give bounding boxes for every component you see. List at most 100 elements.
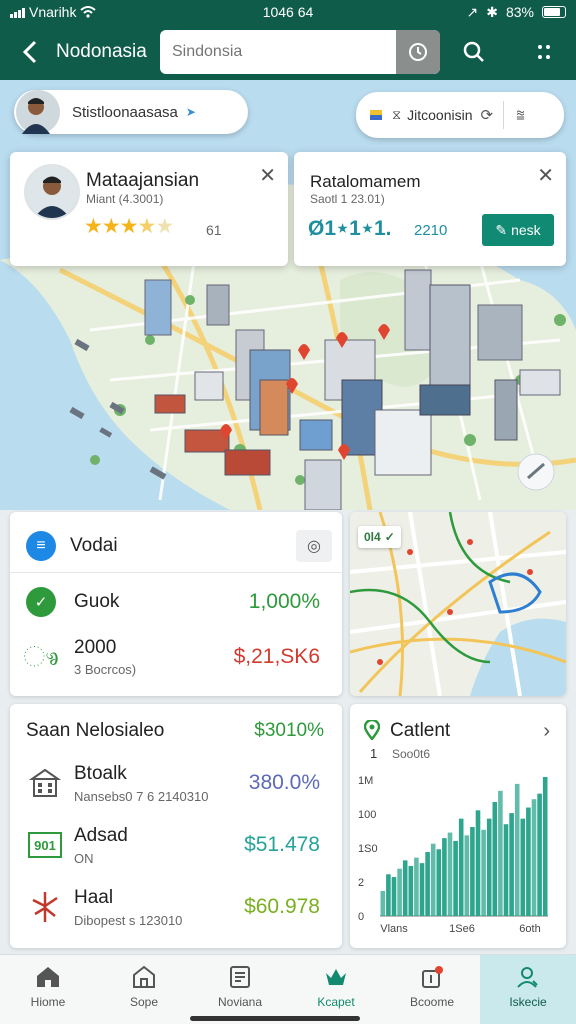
stats-panel: ≡ Vodai ◎ ✓ Guok 1,000% ෳ 2000 3 Bocrcos… bbox=[10, 512, 342, 696]
map-filter-pill[interactable]: ⧖ Jitcoonisin ⟳ ⩰ bbox=[356, 92, 564, 138]
chart-bar bbox=[486, 818, 492, 916]
location-pin-icon bbox=[363, 718, 381, 745]
star-empty-icon: ★ bbox=[155, 215, 174, 238]
nav-store[interactable]: Sope bbox=[96, 955, 192, 1024]
y-tick-label: 100 bbox=[358, 809, 376, 821]
place-code: Ø1⋆1⋆1. bbox=[308, 217, 392, 240]
stat-sublabel: 3 Bocrcos) bbox=[74, 662, 137, 677]
place-subtitle: Saotl 1 23.01) bbox=[310, 192, 385, 206]
chart-bar bbox=[414, 857, 419, 916]
chevron-right-icon[interactable]: › bbox=[543, 720, 550, 743]
back-button[interactable] bbox=[14, 36, 46, 68]
bar-chart: 1M 100 1S0 2 0 Vlans 1Se6 6oth bbox=[358, 775, 548, 935]
location-chip-label: Stistloonaasasa bbox=[72, 103, 178, 121]
x-tick-label: Vlans bbox=[380, 923, 408, 935]
nav-home[interactable]: Hiome bbox=[0, 955, 96, 1024]
chart-bar bbox=[425, 852, 430, 916]
place-card-right[interactable]: Ratalomamem Saotl 1 23.01) Ø1⋆1⋆1. 2210 … bbox=[294, 152, 566, 266]
chart-bar bbox=[453, 840, 458, 916]
app-header: Nodonasia bbox=[0, 24, 576, 80]
mini-map-tag-label: 0l4 bbox=[364, 530, 381, 544]
book-button[interactable]: ✎ nesk bbox=[482, 214, 554, 246]
chart-panel[interactable]: Catlent › 1 Soo0t6 1M 100 1S0 2 0 Vlans 1Se6 6o… bbox=[350, 704, 566, 948]
close-icon: ✕ bbox=[259, 165, 276, 187]
status-bar: Vnarihk 1046 64 ↗ ✱ 83% bbox=[0, 0, 576, 24]
history-button[interactable] bbox=[396, 30, 440, 74]
nav-label: Hiome bbox=[30, 995, 66, 1009]
chart-bar bbox=[397, 868, 402, 916]
nav-list[interactable]: Noviana bbox=[192, 955, 288, 1024]
summary-row[interactable]: Haal Dibopest s 123010 $60.978 bbox=[10, 882, 342, 932]
place-title: Ratalomamem bbox=[310, 172, 421, 191]
more-options-button[interactable] bbox=[528, 36, 560, 68]
bluetooth-icon: ✱ bbox=[486, 3, 498, 20]
stat-row[interactable]: ෳ 2000 3 Bocrcos) $,21,SK6 bbox=[10, 632, 342, 682]
chart-bar bbox=[419, 863, 425, 916]
nav-kcapet[interactable]: Kcapet bbox=[288, 955, 384, 1024]
chart-title: Catlent bbox=[390, 720, 451, 741]
home-indicator bbox=[190, 1016, 360, 1021]
stat-value: $,21,SK6 bbox=[233, 645, 320, 668]
chart-bar bbox=[542, 776, 548, 916]
place-avatar bbox=[24, 164, 80, 220]
place-card-left[interactable]: Mataajansian Miant (4.3001) ★★★★★ 61 ✕ bbox=[10, 152, 288, 266]
chart-subtitle: Soo0t6 bbox=[392, 747, 431, 761]
summary-label: Haal bbox=[74, 886, 114, 908]
refresh-icon[interactable]: ⟳ bbox=[481, 106, 494, 124]
summary-row[interactable]: Btoalk Nansebs0 7 6 2140310 380.0% bbox=[10, 758, 342, 808]
close-button[interactable]: ✕ bbox=[537, 166, 554, 186]
chart-bar bbox=[537, 793, 542, 916]
refresh-button[interactable]: ◎ bbox=[296, 530, 332, 562]
chart-bar bbox=[447, 832, 453, 916]
y-tick-label: 2 bbox=[358, 877, 364, 889]
page-title: Nodonasia bbox=[56, 41, 147, 62]
menu-circle-icon[interactable]: ≡ bbox=[26, 531, 56, 561]
chart-bar bbox=[430, 843, 436, 916]
chart-bar bbox=[436, 849, 442, 916]
stat-row[interactable]: ✓ Guok 1,000% bbox=[10, 584, 342, 620]
mini-map[interactable]: 0l4 ✓ bbox=[350, 512, 566, 696]
chart-bar bbox=[526, 807, 531, 916]
city-map[interactable]: Stistloonaasasa ➤ ⧖ Jitcoonisin ⟳ ⩰ Mata… bbox=[0, 80, 576, 510]
layers-icon[interactable]: ⩰ bbox=[516, 107, 525, 124]
map-pill-label: Jitcoonisin bbox=[407, 107, 473, 123]
stat-label: Guok bbox=[74, 591, 120, 612]
search-bar[interactable] bbox=[160, 30, 440, 74]
chart-bar bbox=[481, 829, 486, 916]
flag-icon bbox=[370, 110, 382, 120]
summary-row[interactable]: 901 Adsad ON $51.478 bbox=[10, 820, 342, 870]
chart-sub-index: 1 bbox=[370, 746, 378, 761]
chart-bar bbox=[531, 799, 537, 916]
wifi-icon bbox=[80, 6, 97, 18]
chevron-left-icon bbox=[22, 40, 37, 64]
mini-map-tag[interactable]: 0l4 ✓ bbox=[358, 526, 401, 548]
map-illustration bbox=[0, 184, 576, 510]
summary-sublabel: ON bbox=[74, 850, 94, 866]
search-button[interactable] bbox=[458, 36, 490, 68]
rating-stars: ★★★★★ bbox=[84, 214, 174, 239]
close-button[interactable]: ✕ bbox=[259, 166, 276, 186]
location-chip[interactable]: Stistloonaasasa ➤ bbox=[14, 90, 248, 134]
chart-bar bbox=[380, 890, 386, 916]
summary-label: Adsad bbox=[74, 824, 128, 846]
more-icon bbox=[538, 45, 550, 59]
chart-bar bbox=[391, 877, 397, 916]
bottom-navigation: Hiome Sope Noviana Kcapet Bcoome Iskecie bbox=[0, 954, 576, 1024]
chart-bar bbox=[442, 838, 447, 916]
place-title: Mataajansian bbox=[86, 170, 200, 191]
divider bbox=[10, 572, 342, 573]
star-icon: ★ bbox=[84, 215, 103, 238]
chart-bar bbox=[470, 827, 475, 916]
divider bbox=[503, 101, 505, 129]
search-input[interactable] bbox=[160, 43, 396, 61]
chart-bar bbox=[492, 801, 498, 916]
y-tick-label: 1M bbox=[358, 775, 373, 787]
x-tick-label: 6oth bbox=[519, 923, 540, 935]
signal-icon bbox=[10, 7, 25, 18]
x-tick-label: 1Se6 bbox=[449, 923, 475, 935]
y-tick-label: 0 bbox=[358, 911, 364, 923]
list-icon bbox=[230, 966, 250, 988]
star-icon: ★ bbox=[119, 215, 139, 238]
nav-profile[interactable]: Iskecie bbox=[480, 955, 576, 1024]
nav-notifications[interactable]: Bcoome bbox=[384, 955, 480, 1024]
